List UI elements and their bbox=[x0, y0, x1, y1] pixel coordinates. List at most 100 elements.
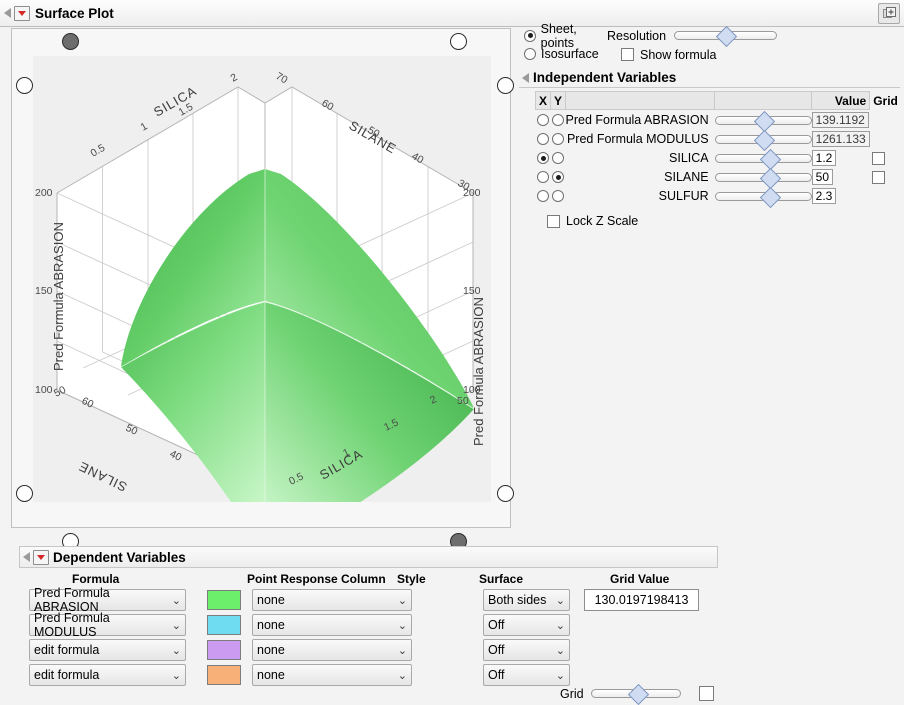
point-response-select-row-3[interactable]: none ⌄ bbox=[252, 639, 412, 661]
chevron-down-icon: ⌄ bbox=[398, 644, 407, 657]
radio-y-pred-formula-abrasion[interactable] bbox=[552, 114, 564, 126]
surface-select-row-4[interactable]: Off ⌄ bbox=[483, 664, 570, 686]
dependent-variables-header[interactable]: Dependent Variables bbox=[19, 546, 718, 568]
chevron-down-icon: ⌄ bbox=[172, 594, 181, 607]
plot-handle-top-left[interactable] bbox=[62, 33, 79, 50]
col-value: Value bbox=[812, 92, 870, 110]
tick-z-right-50: 50 bbox=[457, 395, 469, 407]
resolution-label: Resolution bbox=[607, 29, 666, 43]
grid-checkbox-silica[interactable] bbox=[872, 152, 885, 165]
page-title: Surface Plot bbox=[35, 6, 114, 21]
formula-select-row-3[interactable]: edit formula ⌄ bbox=[29, 639, 186, 661]
chevron-down-icon: ⌄ bbox=[398, 669, 407, 682]
chevron-down-icon: ⌄ bbox=[398, 619, 407, 632]
variable-name: Pred Formula ABRASION bbox=[566, 110, 715, 130]
dependent-red-triangle-menu-button[interactable] bbox=[33, 550, 49, 565]
tick-z-left-200: 200 bbox=[35, 187, 53, 199]
axis-title-z-left: Pred Formula ABRASION bbox=[51, 222, 66, 371]
display-mode-row: Sheet, points Isosurface Resolution Show… bbox=[519, 28, 900, 62]
disclosure-triangle-icon[interactable] bbox=[4, 8, 11, 18]
radio-y-pred-formula-modulus[interactable] bbox=[552, 133, 564, 145]
value-silica[interactable]: 1.2 bbox=[812, 150, 837, 166]
col-name bbox=[566, 92, 715, 110]
col-y: Y bbox=[551, 92, 566, 110]
point-response-select-row-2[interactable]: none ⌄ bbox=[252, 614, 412, 636]
radio-sheet-points[interactable] bbox=[524, 30, 536, 42]
surface-select-row-3[interactable]: Off ⌄ bbox=[483, 639, 570, 661]
mode-sheet-points-option[interactable]: Sheet, points bbox=[519, 28, 611, 43]
formula-select-row-1[interactable]: Pred Formula ABRASION ⌄ bbox=[29, 589, 186, 611]
point-response-select-row-1[interactable]: none ⌄ bbox=[252, 589, 412, 611]
chevron-down-icon: ⌄ bbox=[172, 669, 181, 682]
color-swatch-row-2[interactable] bbox=[207, 615, 241, 635]
surface-row-2-value: Off bbox=[488, 618, 504, 632]
color-swatch-row-1[interactable] bbox=[207, 590, 241, 610]
grid-checkbox-silane[interactable] bbox=[872, 171, 885, 184]
point-response-row-1-value: none bbox=[257, 593, 285, 607]
slider-pred-formula-abrasion[interactable] bbox=[715, 116, 812, 125]
variable-name: Pred Formula MODULUS bbox=[566, 129, 715, 148]
independent-variables-header[interactable]: Independent Variables bbox=[519, 68, 900, 88]
table-row: Pred Formula ABRASION 139.1192 bbox=[536, 110, 901, 130]
color-swatch-row-4[interactable] bbox=[207, 665, 241, 685]
surface-plot-panel[interactable]: 0.5 1 1.5 2 70 60 50 40 30 200 150 100 x… bbox=[11, 28, 511, 528]
radio-x-silica[interactable] bbox=[537, 152, 549, 164]
lock-z-scale-row[interactable]: Lock Z Scale bbox=[541, 214, 900, 228]
grid-value-row-1[interactable]: 130.0197198413 bbox=[584, 589, 699, 611]
chevron-down-icon: ⌄ bbox=[398, 594, 407, 607]
radio-y-silica[interactable] bbox=[552, 152, 564, 164]
radio-y-silane[interactable] bbox=[552, 171, 564, 183]
resolution-slider[interactable] bbox=[674, 31, 777, 40]
radio-x-sulfur[interactable] bbox=[537, 190, 549, 202]
table-header-row: X Y Value Grid bbox=[536, 92, 901, 110]
grid-enable-checkbox[interactable] bbox=[699, 686, 714, 701]
slider-silica[interactable] bbox=[715, 154, 812, 163]
col-x: X bbox=[536, 92, 551, 110]
table-row: Pred Formula MODULUS 1261.133 bbox=[536, 129, 901, 148]
dependent-variables-body: Formula Point Response Column Style Surf… bbox=[19, 568, 718, 693]
variable-name: SILICA bbox=[566, 148, 715, 167]
radio-x-silane[interactable] bbox=[537, 171, 549, 183]
grid-slider[interactable] bbox=[591, 689, 681, 698]
surface-select-row-1[interactable]: Both sides ⌄ bbox=[483, 589, 570, 611]
plot-handle-left-top[interactable] bbox=[16, 77, 33, 94]
value-silane[interactable]: 50 bbox=[812, 169, 833, 185]
mode-isosurface-option[interactable]: Isosurface bbox=[519, 46, 611, 61]
radio-x-pred-formula-abrasion[interactable] bbox=[537, 114, 549, 126]
plot-handle-left-bottom[interactable] bbox=[16, 485, 33, 502]
value-sulfur[interactable]: 2.3 bbox=[812, 188, 837, 204]
slider-sulfur[interactable] bbox=[715, 192, 812, 201]
chevron-down-icon: ⌄ bbox=[172, 644, 181, 657]
dependent-disclosure-icon[interactable] bbox=[23, 552, 30, 562]
window-restore-icon[interactable] bbox=[878, 3, 900, 24]
variable-name: SILANE bbox=[566, 167, 715, 186]
plot-handle-right-top[interactable] bbox=[497, 77, 514, 94]
table-row: SILICA 1.2 bbox=[536, 148, 901, 167]
header-formula: Formula bbox=[72, 572, 119, 586]
show-formula-checkbox[interactable] bbox=[621, 48, 634, 61]
show-formula-row[interactable]: Show formula bbox=[621, 47, 777, 62]
slider-silane[interactable] bbox=[715, 173, 812, 182]
formula-select-row-2[interactable]: Pred Formula MODULUS ⌄ bbox=[29, 614, 186, 636]
independent-disclosure-icon[interactable] bbox=[522, 73, 529, 83]
col-slider bbox=[715, 92, 812, 110]
value-pred-formula-abrasion[interactable]: 139.1192 bbox=[812, 112, 869, 128]
red-triangle-menu-button[interactable] bbox=[14, 6, 30, 21]
plot-handle-right-bottom[interactable] bbox=[497, 485, 514, 502]
formula-select-row-4[interactable]: edit formula ⌄ bbox=[29, 664, 186, 686]
surface-select-row-2[interactable]: Off ⌄ bbox=[483, 614, 570, 636]
color-swatch-row-3[interactable] bbox=[207, 640, 241, 660]
radio-y-sulfur[interactable] bbox=[552, 190, 564, 202]
value-pred-formula-modulus[interactable]: 1261.133 bbox=[812, 131, 870, 147]
radio-isosurface[interactable] bbox=[524, 48, 536, 60]
radio-x-pred-formula-modulus[interactable] bbox=[537, 133, 549, 145]
chevron-down-icon: ⌄ bbox=[172, 619, 181, 632]
point-response-select-row-4[interactable]: none ⌄ bbox=[252, 664, 412, 686]
point-response-row-2-value: none bbox=[257, 618, 285, 632]
lock-z-scale-label: Lock Z Scale bbox=[566, 214, 638, 228]
window-title-bar: Surface Plot bbox=[0, 0, 904, 27]
plot-handle-top-right[interactable] bbox=[450, 33, 467, 50]
surface-plot-canvas[interactable]: 0.5 1 1.5 2 70 60 50 40 30 200 150 100 x… bbox=[33, 56, 491, 502]
lock-z-scale-checkbox[interactable] bbox=[547, 215, 560, 228]
slider-pred-formula-modulus[interactable] bbox=[715, 135, 812, 144]
